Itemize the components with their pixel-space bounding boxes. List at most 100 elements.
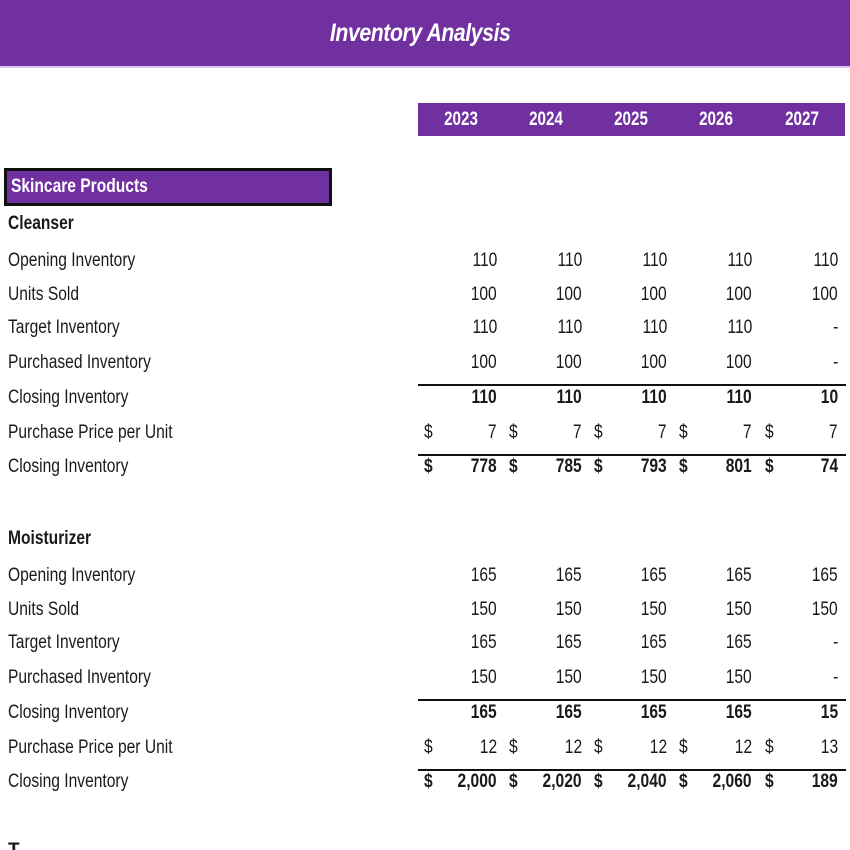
cell-value: 189 <box>812 771 838 792</box>
table-cell[interactable]: 100 <box>417 284 497 306</box>
table-cell[interactable]: 150 <box>502 599 582 621</box>
table-cell[interactable]: 165 <box>672 565 752 587</box>
table-cell[interactable]: 110 <box>417 250 497 272</box>
cell-value: 15 <box>820 702 838 723</box>
table-cell[interactable]: - <box>758 632 838 654</box>
table-cell[interactable]: 150 <box>758 599 838 621</box>
year-header-2026: 2026 <box>699 109 733 130</box>
cell-value: 778 <box>471 456 497 477</box>
cell-value: 110 <box>727 317 752 338</box>
cell-value: 7 <box>743 422 752 443</box>
table-cell[interactable]: 165 <box>417 565 497 587</box>
table-cell[interactable]: 189 <box>758 771 838 793</box>
table-cell[interactable]: 110 <box>587 250 667 272</box>
table-cell[interactable]: 100 <box>587 352 667 374</box>
cell-value: 793 <box>641 456 667 477</box>
table-cell[interactable]: 150 <box>502 667 582 689</box>
table-cell[interactable]: 165 <box>502 565 582 587</box>
table-cell[interactable]: 7 <box>672 422 752 444</box>
section-header-skincare-products[interactable]: Skincare Products <box>4 168 332 206</box>
table-cell[interactable]: 110 <box>758 250 838 272</box>
table-cell[interactable]: 165 <box>502 702 582 724</box>
cell-value: 100 <box>641 284 667 305</box>
table-cell[interactable]: 165 <box>417 632 497 654</box>
table-cell[interactable]: 801 <box>672 456 752 478</box>
table-cell[interactable]: - <box>758 352 838 374</box>
table-cell[interactable]: 2,040 <box>587 771 667 793</box>
table-cell[interactable]: 165 <box>587 702 667 724</box>
table-cell[interactable]: 785 <box>502 456 582 478</box>
table-cell[interactable]: 165 <box>502 632 582 654</box>
total-divider-line <box>418 384 846 386</box>
table-cell[interactable]: 778 <box>417 456 497 478</box>
table-cell[interactable]: 150 <box>417 667 497 689</box>
table-cell[interactable]: 10 <box>758 387 838 409</box>
table-cell[interactable]: - <box>758 317 838 339</box>
table-cell[interactable]: 110 <box>672 387 752 409</box>
cell-value: 100 <box>726 352 752 373</box>
total-divider-line <box>418 699 846 701</box>
row-label: Purchased Inventory <box>8 667 151 688</box>
table-cell[interactable]: 2,000 <box>417 771 497 793</box>
table-cell[interactable]: 110 <box>502 317 582 339</box>
table-cell[interactable]: 100 <box>502 284 582 306</box>
table-cell[interactable]: 15 <box>758 702 838 724</box>
cell-value: 165 <box>556 632 582 653</box>
table-cell[interactable]: 150 <box>587 667 667 689</box>
row-label: Opening Inventory <box>8 565 136 586</box>
cell-value: 110 <box>642 250 667 271</box>
table-cell[interactable]: 793 <box>587 456 667 478</box>
table-cell[interactable]: 12 <box>672 737 752 759</box>
year-header-2027: 2027 <box>785 109 819 130</box>
table-cell[interactable]: 100 <box>758 284 838 306</box>
table-cell[interactable]: 7 <box>758 422 838 444</box>
table-cell[interactable]: 110 <box>502 250 582 272</box>
cell-value: 110 <box>642 317 667 338</box>
table-cell[interactable]: 150 <box>672 667 752 689</box>
cell-value: 165 <box>726 632 752 653</box>
table-cell[interactable]: 110 <box>672 250 752 272</box>
table-cell[interactable]: 150 <box>417 599 497 621</box>
table-cell[interactable]: 165 <box>758 565 838 587</box>
cell-value: 110 <box>472 317 497 338</box>
table-cell[interactable]: 12 <box>587 737 667 759</box>
cell-value: 110 <box>557 317 582 338</box>
table-cell[interactable]: 7 <box>502 422 582 444</box>
table-cell[interactable]: 74 <box>758 456 838 478</box>
table-cell[interactable]: 110 <box>587 317 667 339</box>
table-cell[interactable]: 110 <box>502 387 582 409</box>
table-cell[interactable]: 110 <box>672 317 752 339</box>
table-cell[interactable]: 2,060 <box>672 771 752 793</box>
table-cell[interactable]: 150 <box>587 599 667 621</box>
section-header-label: Skincare Products <box>11 176 148 197</box>
table-cell[interactable]: 110 <box>417 387 497 409</box>
table-cell[interactable]: 12 <box>502 737 582 759</box>
table-cell[interactable]: 100 <box>502 352 582 374</box>
cell-value: 100 <box>641 352 667 373</box>
table-cell[interactable]: - <box>758 667 838 689</box>
cell-value: 150 <box>641 667 667 688</box>
cell-value: 110 <box>557 250 582 271</box>
cell-value: 110 <box>726 387 752 408</box>
table-cell[interactable]: 13 <box>758 737 838 759</box>
table-cell[interactable]: 165 <box>587 632 667 654</box>
table-cell[interactable]: 165 <box>587 565 667 587</box>
cell-value: 100 <box>726 284 752 305</box>
table-cell[interactable]: 7 <box>587 422 667 444</box>
table-cell[interactable]: 100 <box>672 352 752 374</box>
table-cell[interactable]: 100 <box>587 284 667 306</box>
table-cell[interactable]: 110 <box>587 387 667 409</box>
table-cell[interactable]: 2,020 <box>502 771 582 793</box>
table-cell[interactable]: 165 <box>417 702 497 724</box>
cell-value: 2,020 <box>543 771 582 792</box>
table-cell[interactable]: 165 <box>672 632 752 654</box>
table-cell[interactable]: 12 <box>417 737 497 759</box>
table-cell[interactable]: 165 <box>672 702 752 724</box>
table-cell[interactable]: 100 <box>672 284 752 306</box>
row-label: Purchase Price per Unit <box>8 422 173 443</box>
cell-value: 165 <box>471 632 497 653</box>
table-cell[interactable]: 100 <box>417 352 497 374</box>
table-cell[interactable]: 7 <box>417 422 497 444</box>
table-cell[interactable]: 150 <box>672 599 752 621</box>
table-cell[interactable]: 110 <box>417 317 497 339</box>
